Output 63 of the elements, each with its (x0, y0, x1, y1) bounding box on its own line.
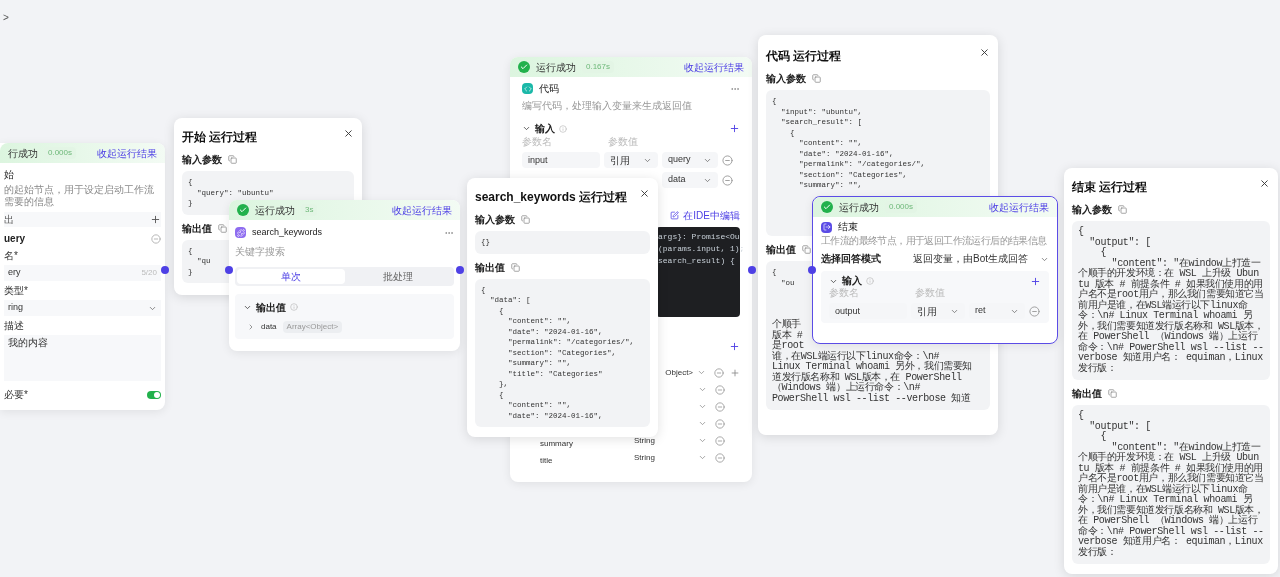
panel-title: 代码 运行过程 (766, 48, 842, 65)
node-title: search_keywords (252, 226, 323, 239)
variable-name: uery (4, 232, 26, 246)
section-label: 输入参数 (182, 153, 222, 167)
field-label: 选择回答模式 (821, 253, 882, 265)
code-line: { (1100, 248, 1106, 259)
code-line: "output": [ (1088, 421, 1151, 432)
column-header: 参数名 (522, 136, 553, 148)
section-label: 输出值 (182, 221, 212, 236)
section-label: 输入 (535, 122, 555, 136)
code-line: search_result) { (658, 255, 735, 267)
code-line: "content": "在window上打造一个顺手的开发环境：在 WSL 上升级 Ubuntu 版本 # 前提条件 # 如果我们使用的用户名不是root用户，那么我们需要知道它当前用户是谁，在WSL端运行以下linux命令：\n# Linux Terminal whoami 另外，我们需要知道发行版名称和 WSL版本，在 PowerShell （Windows 端）上运行命令：\n# PowerShell wsl --list --verbose 知道用户名： equiman，Linux发行版： (1078, 258, 1264, 374)
status-text: 运行成功 (536, 60, 576, 75)
column-header: 参数值 (915, 287, 945, 299)
field-label: 类型* (4, 284, 29, 298)
code-line: 版本 # (772, 330, 803, 341)
node-description: 工作流的最终节点，用于返回工作流运行后的结果信息 (821, 235, 1047, 247)
section-label: 输入参数 (766, 72, 806, 86)
panel-title: 开始 运行过程 (182, 129, 258, 146)
code-line: Linux Terminal whoami 另外，我们需要知 (772, 362, 973, 372)
code-line: 个顺手 (772, 320, 801, 330)
type-tag: Array<Object> (282, 320, 343, 333)
node-description: 关键字搜索 (235, 244, 285, 259)
node-title: 始 (4, 168, 15, 182)
code-line: { (1078, 411, 1084, 422)
field-value: ery (8, 266, 21, 280)
code-line: { (1078, 227, 1084, 238)
output-name: data (261, 320, 277, 333)
field-label: 名* (4, 249, 19, 263)
code-line: 谁，在WSL端运行以下linux命令：\n# (772, 351, 940, 362)
field-label: 必要* (4, 388, 28, 402)
status-text: 运行成功 (839, 200, 879, 215)
node-title: 结束 (838, 221, 858, 233)
section-label: 输入参数 (1072, 203, 1112, 217)
code-line: args}: Promise<Ou (658, 231, 740, 243)
code-line: 是root (772, 341, 804, 351)
column-header: 参数值 (608, 136, 638, 148)
code-line: "content": "在window上打造一个顺手的开发环境：在 WSL 上升级 Ubuntu 版本 # 前提条件 # 如果我们使用的用户名不是root用户，那么我们需要知道它当前用户是谁，在WSL端运行以下linux命令：\n# Linux Terminal whoami 另外，我们需要知道发行版名称和 WSL版本，在 PowerShell （Windows 端）上运行命令：\n# PowerShell wsl --list --verbose 知道用户名： equiman，Linux发行版： (1078, 442, 1264, 558)
column-header: 参数名 (829, 287, 860, 299)
panel-title: 结束 运行过程 (1072, 179, 1148, 196)
section-label: 输出值 (766, 243, 796, 257)
node-description: 的起始节点，用于设定启动工作流需要的信息 (4, 184, 155, 208)
output-type: String (634, 434, 655, 447)
section-label: 输入 (842, 275, 862, 287)
panel-title: search_keywords 运行过程 (475, 189, 628, 206)
node-description: 编写代码，处理输入变量来生成返回值 (522, 99, 692, 113)
section-label: 输出值 (475, 260, 505, 275)
output-name: summary (540, 438, 573, 448)
section-label: 输出值 (256, 300, 286, 315)
code-line: 道发行版名称和 WSL版本，在 PowerShell (772, 372, 962, 383)
output-name: title (540, 455, 553, 465)
status-text: 行成功 (8, 146, 38, 161)
status-text: 运行成功 (255, 203, 295, 218)
code-line: "output": [ (1088, 237, 1151, 248)
output-type: Object> (665, 366, 694, 379)
node-title: 代码 (539, 82, 559, 96)
section-label: 输入参数 (475, 213, 515, 227)
section-label: 出 (4, 213, 14, 227)
code-line: { (1100, 432, 1106, 443)
field-label: 描述 (4, 319, 25, 333)
output-type: String (634, 451, 655, 464)
section-label: 输出值 (1072, 387, 1102, 401)
code-line: PowerShell wsl --list --verbose 知道 (772, 393, 971, 404)
